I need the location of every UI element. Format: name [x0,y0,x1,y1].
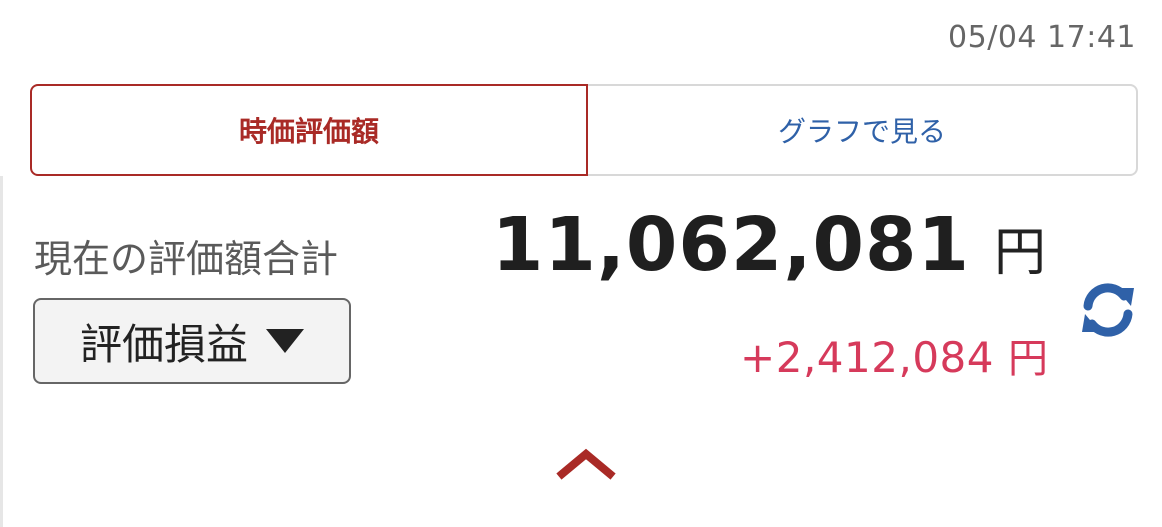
tab-graph-view[interactable]: グラフで見る [588,84,1138,176]
unrealized-gain-value: +2,412,084 [740,333,994,382]
total-valuation-label: 現在の評価額合計 [34,237,339,281]
collapse-button[interactable] [556,446,616,482]
timestamp: 05/04 17:41 [948,20,1136,55]
unrealized-gain: +2,412,084 円 [740,326,1048,384]
view-tabs: 時価評価額 グラフで見る [30,84,1138,176]
refresh-icon [1082,283,1134,337]
total-valuation-value: 11,062,081 [491,202,970,288]
total-valuation: 11,062,081 円 [492,202,1046,288]
refresh-button[interactable] [1076,278,1140,342]
tab-market-value[interactable]: 時価評価額 [30,84,588,176]
total-valuation-unit: 円 [993,223,1046,283]
content-divider [0,176,3,527]
chevron-up-icon [556,448,616,480]
unrealized-gain-unit: 円 [1008,336,1048,382]
metric-dropdown[interactable]: 評価損益 [33,298,351,384]
metric-dropdown-value: 評価損益 [79,319,248,369]
triangle-down-icon [266,329,304,353]
